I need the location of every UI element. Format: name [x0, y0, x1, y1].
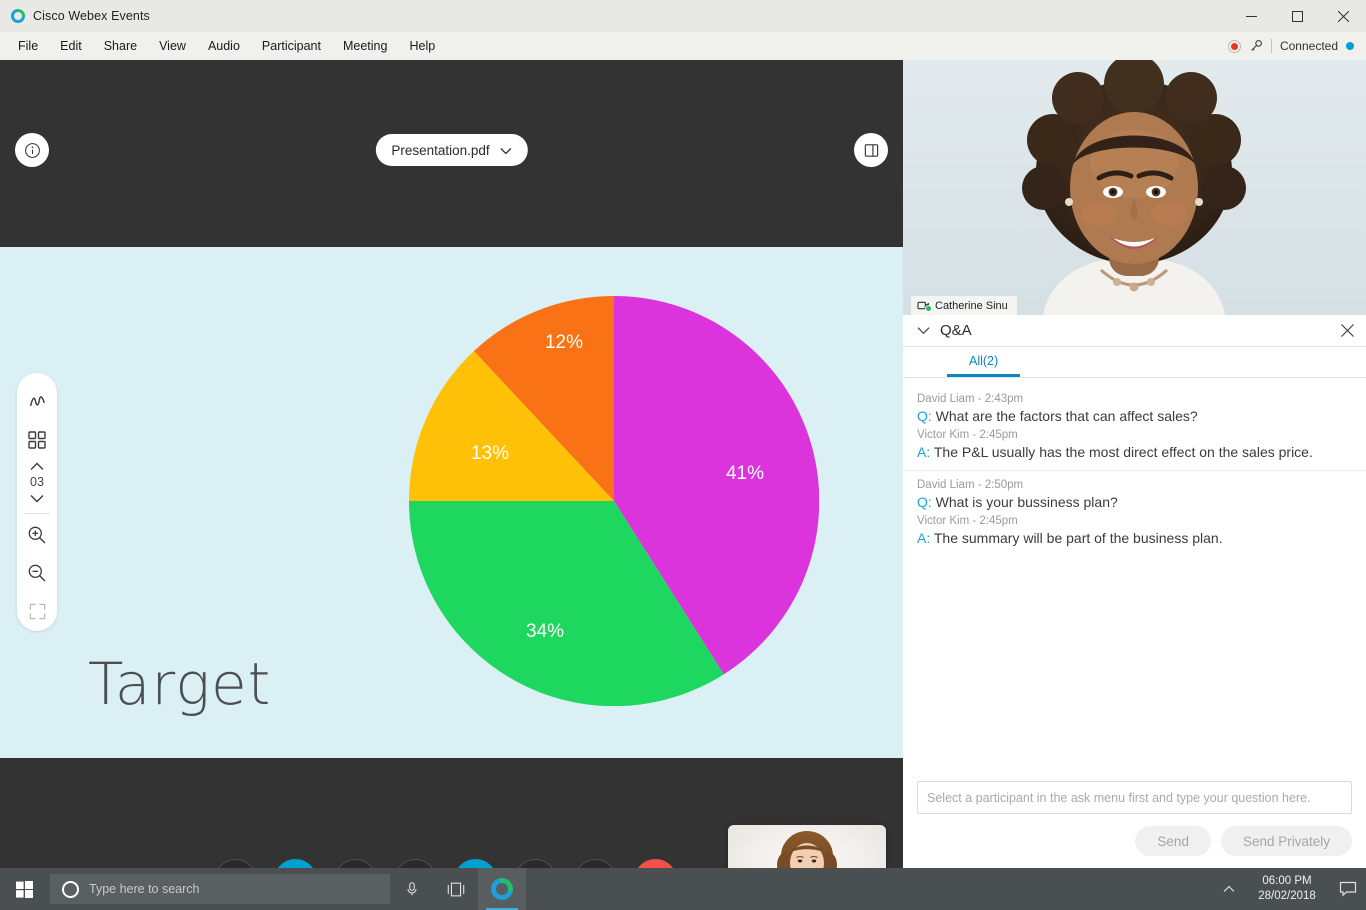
taskbar-clock[interactable]: 06:00 PM 28/02/2018 [1244, 874, 1330, 904]
qa-answer-marker: A: [917, 444, 931, 461]
qa-panel-title: Q&A [940, 322, 972, 339]
menu-item-file[interactable]: File [8, 35, 48, 57]
pie-label-1: 34% [526, 621, 564, 642]
search-box[interactable]: Type here to search [50, 874, 390, 904]
qa-question-line: Q: What is your bussiness plan? [917, 492, 1352, 512]
send-privately-button[interactable]: Send Privately [1220, 826, 1352, 856]
qa-tabs: All(2) [903, 347, 1366, 378]
qa-answer-meta: Victor Kim - 2:45pm [917, 514, 1018, 527]
qa-question-marker: Q: [917, 408, 932, 424]
connection-status-area: Connected [1227, 39, 1366, 53]
status-divider [1270, 39, 1272, 53]
qa-question-meta: David Liam - 2:50pm [917, 478, 1024, 491]
qa-answer-meta: Victor Kim - 2:45pm [917, 429, 1018, 442]
windows-start-icon[interactable] [0, 868, 48, 910]
participant-name-label: Catherine Sinu [935, 299, 1008, 312]
qa-answer-text: The summary will be part of the business… [933, 529, 1223, 546]
toolbar-divider [24, 512, 50, 514]
qa-answer-line: A: The P&L usually has the most direct e… [917, 442, 1352, 462]
slide-canvas: Target 41% 34% 13% 12% [0, 247, 903, 758]
tray-chevron-up-icon[interactable] [1214, 885, 1244, 893]
page-down-chevron-icon[interactable] [17, 490, 57, 506]
system-tray: 06:00 PM 28/02/2018 [1214, 868, 1366, 910]
file-selector-pill[interactable]: Presentation.pdf [375, 134, 528, 166]
connection-indicator-dot [1346, 42, 1354, 50]
pie-chart-svg: 41% 34% 13% 12% [409, 296, 819, 706]
qa-action-buttons: Send Send Privately [917, 826, 1352, 856]
clock-date: 28/02/2018 [1258, 890, 1316, 902]
menu-item-meeting[interactable]: Meeting [333, 35, 397, 57]
participant-nametag: Catherine Sinu [911, 296, 1017, 315]
maximize-icon[interactable] [1274, 0, 1320, 32]
right-panel: Catherine Sinu Q&A All(2) David Liam - 2… [903, 60, 1366, 868]
qa-answer-line: A: The summary will be part of the busin… [917, 528, 1352, 548]
qa-question-text: What is your bussiness plan? [935, 493, 1118, 510]
minimize-icon[interactable] [1228, 0, 1274, 32]
key-icon[interactable] [1249, 39, 1263, 53]
layout-panel-icon[interactable] [854, 133, 888, 167]
clock-time: 06:00 PM [1262, 875, 1312, 888]
title-bar: Cisco Webex Events [0, 0, 1366, 32]
menu-item-audio[interactable]: Audio [198, 35, 250, 57]
stage-top-bar: Presentation.pdf [0, 60, 903, 187]
qa-answer-marker: A: [917, 529, 931, 546]
file-name-label: Presentation.pdf [391, 142, 490, 158]
menu-item-edit[interactable]: Edit [50, 35, 92, 57]
notification-bubble-icon[interactable] [1330, 881, 1366, 897]
qa-panel-header: Q&A [903, 315, 1366, 347]
info-circle-icon[interactable] [15, 133, 49, 167]
pie-label-3: 12% [545, 332, 583, 353]
menu-item-view[interactable]: View [149, 35, 196, 57]
window-controls [1228, 0, 1366, 32]
zoom-in-icon[interactable] [17, 516, 57, 554]
qa-thread: David Liam - 2:43pm Q: What are the fact… [903, 385, 1366, 471]
chevron-down-icon [500, 143, 512, 158]
menu-bar: File Edit Share View Audio Participant M… [0, 32, 1366, 60]
connection-status-label: Connected [1279, 39, 1338, 53]
menu-item-help[interactable]: Help [399, 35, 445, 57]
qa-question-line: Q: What are the factors that can affect … [917, 406, 1352, 426]
task-view-icon[interactable] [434, 868, 478, 910]
qa-message-input[interactable] [917, 781, 1352, 814]
windows-taskbar: Type here to search 06:00 PM 28/02/2018 [0, 868, 1366, 910]
window-title: Cisco Webex Events [33, 9, 150, 23]
qa-compose-area: Send Send Privately [903, 781, 1366, 868]
fullscreen-expand-icon[interactable] [17, 593, 57, 631]
qa-question-text: What are the factors that can affect sal… [935, 408, 1198, 424]
qa-answer-text: The P&L usually has the most direct effe… [933, 444, 1313, 461]
webex-logo-icon [11, 9, 25, 23]
pie-chart: 41% 34% 13% 12% [409, 296, 819, 706]
qa-question-marker: Q: [917, 493, 932, 510]
record-dot-icon[interactable] [1227, 39, 1241, 53]
qa-thread-list: David Liam - 2:43pm Q: What are the fact… [903, 378, 1366, 781]
active-speaker-video[interactable]: Catherine Sinu [903, 60, 1366, 315]
grid-thumbnails-icon[interactable] [17, 420, 57, 458]
send-button[interactable]: Send [1135, 826, 1211, 856]
slide-title: Target [88, 650, 272, 718]
microphone-icon[interactable] [390, 868, 434, 910]
pen-annotate-icon[interactable] [17, 382, 57, 420]
close-icon[interactable] [1320, 0, 1366, 32]
pie-label-2: 13% [471, 443, 509, 464]
qa-thread: David Liam - 2:50pm Q: What is your buss… [903, 471, 1366, 556]
search-placeholder-label: Type here to search [89, 882, 200, 896]
page-number-label: 03 [30, 475, 44, 490]
camera-on-icon [917, 300, 932, 312]
menu-item-share[interactable]: Share [94, 35, 147, 57]
zoom-out-icon[interactable] [17, 554, 57, 592]
qa-tab-all[interactable]: All(2) [947, 347, 1021, 377]
cortana-circle-icon [62, 880, 79, 898]
qa-question-meta: David Liam - 2:43pm [917, 393, 1024, 405]
qa-collapse-chevron-icon[interactable] [917, 322, 930, 340]
menu-item-participant[interactable]: Participant [252, 35, 331, 57]
webex-events-window: Cisco Webex Events File Edit Share View … [0, 0, 1366, 910]
qa-close-icon[interactable] [1341, 324, 1354, 337]
slide-tools-toolbar: 03 [17, 373, 57, 631]
presentation-stage: Presentation.pdf Target 41% 34% 13% 12% … [0, 60, 903, 910]
pie-label-0: 41% [726, 463, 764, 484]
page-up-chevron-icon[interactable] [17, 459, 57, 475]
webex-taskbar-icon[interactable] [478, 868, 526, 910]
